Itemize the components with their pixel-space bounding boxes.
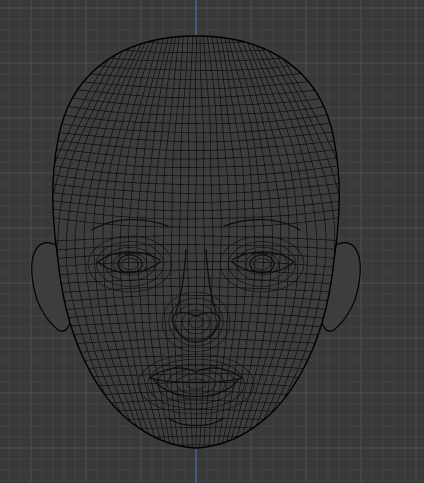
viewport-canvas[interactable] xyxy=(0,0,424,483)
3d-viewport[interactable] xyxy=(0,0,424,483)
head-mesh[interactable] xyxy=(30,21,363,463)
